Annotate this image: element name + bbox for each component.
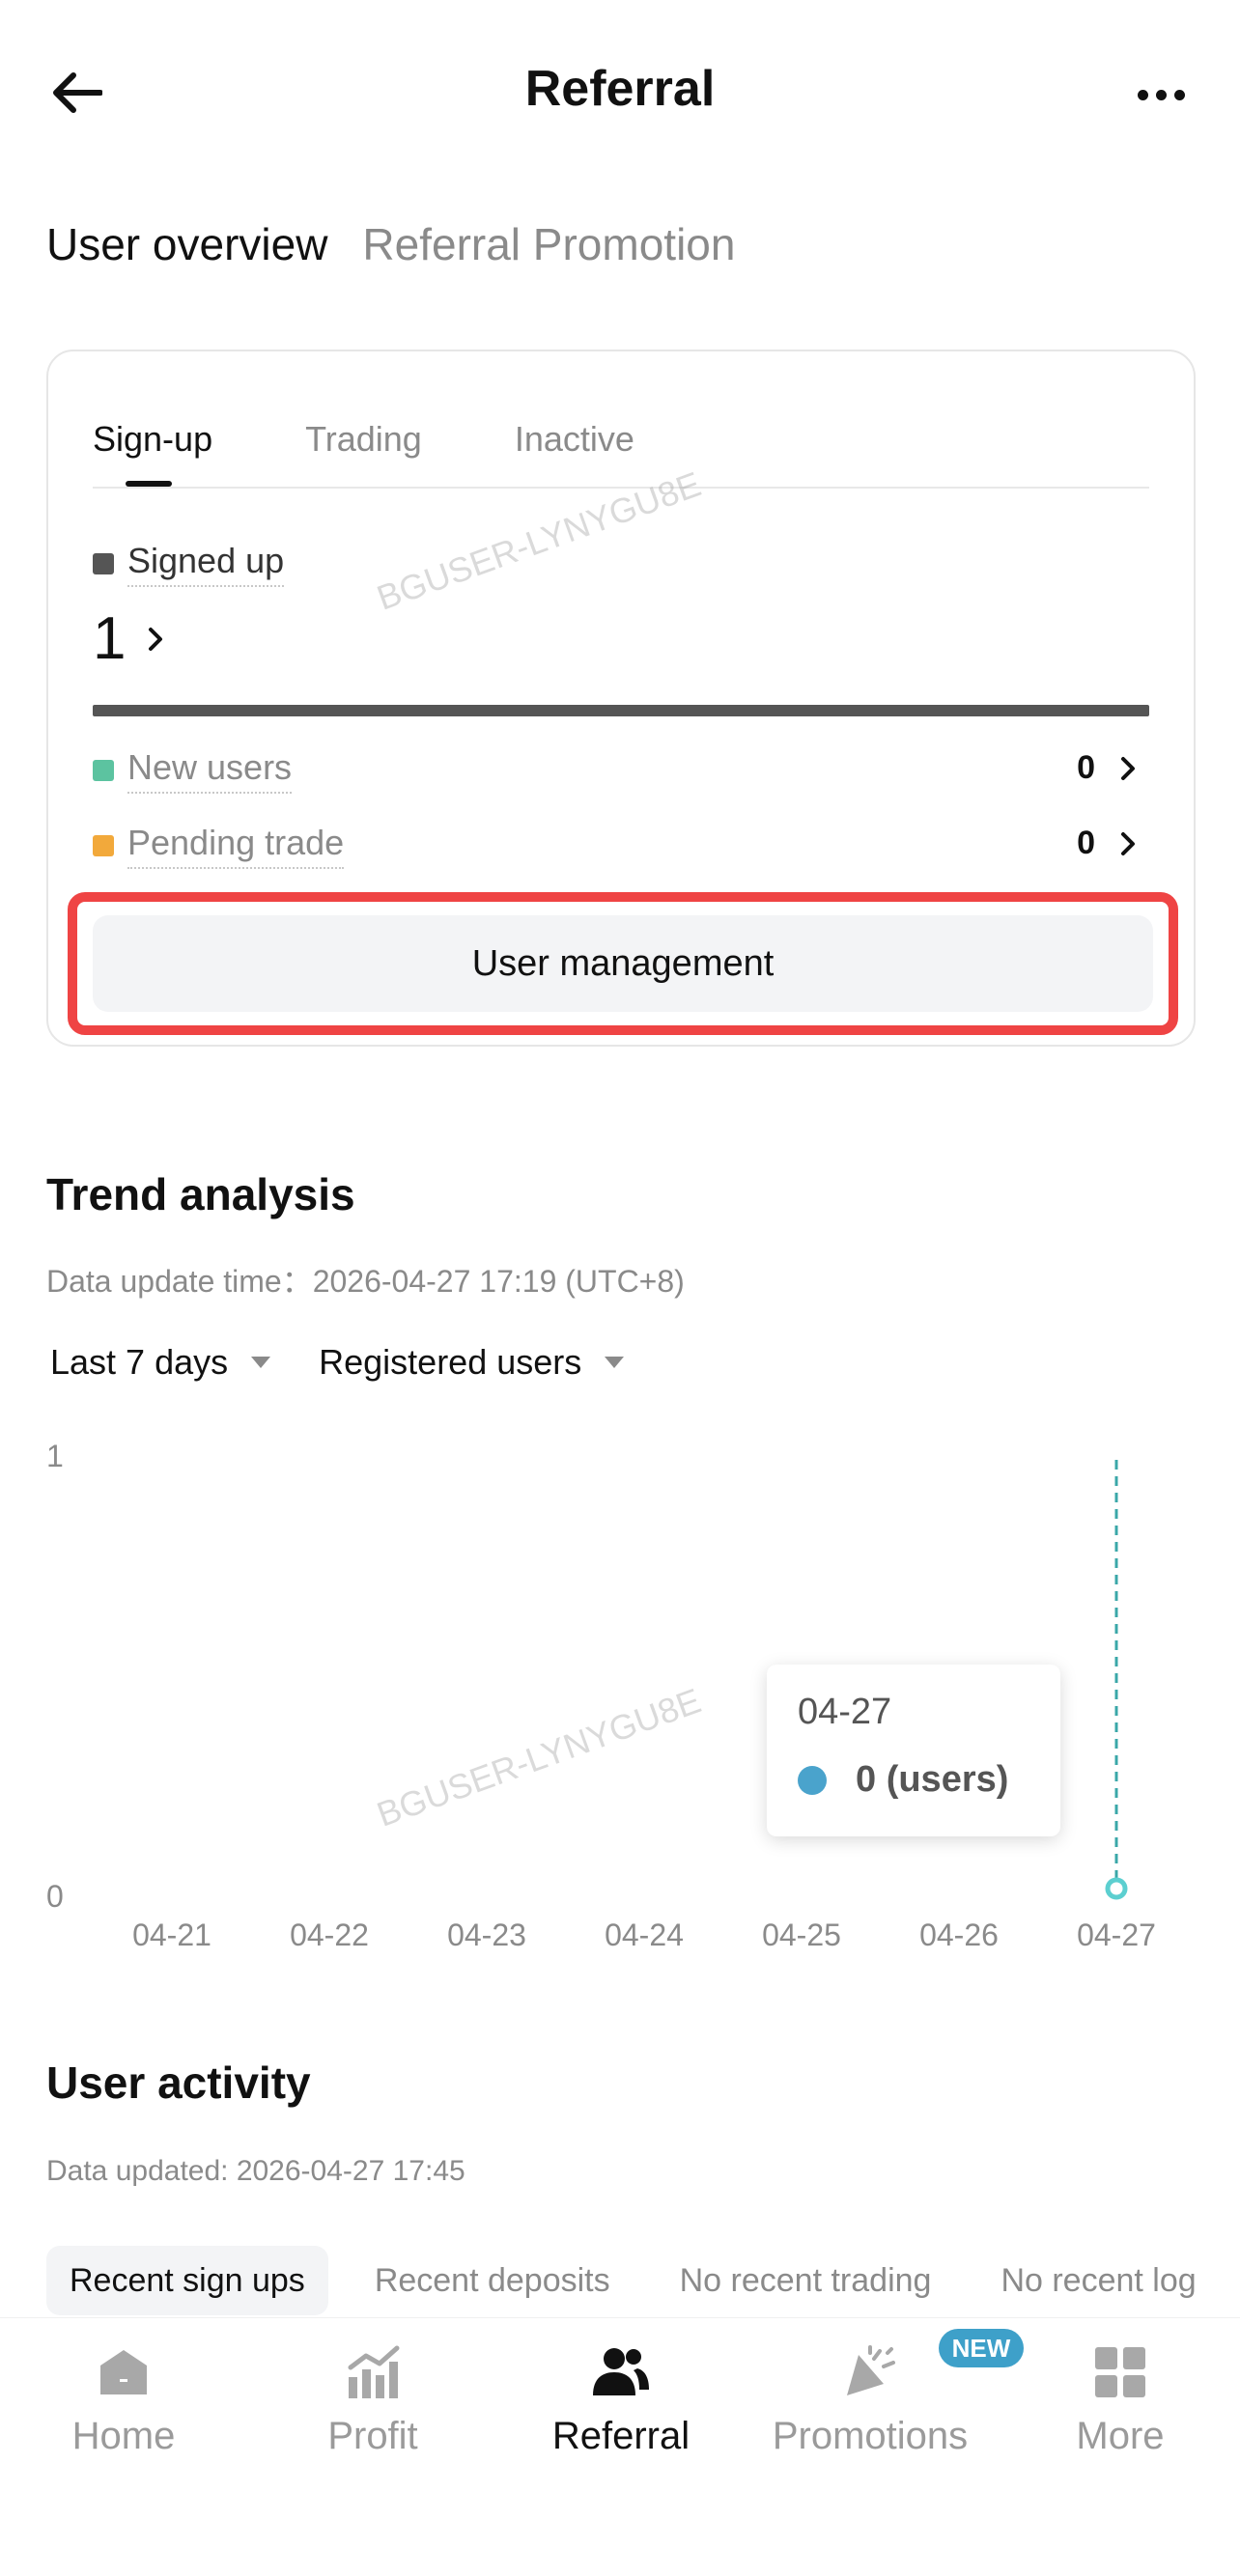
data-point[interactable] [321,1880,338,1897]
tab-referral-promotion[interactable]: Referral Promotion [362,218,735,270]
x-tick-label: 04-27 [1077,1918,1156,1952]
new-badge: NEW [939,2329,1024,2367]
sub-tab-trading[interactable]: Trading [305,419,422,460]
trend-analysis-title: Trend analysis [46,1169,355,1219]
pending-trade-count: 0 [1077,825,1095,861]
user-activity-title: User activity [46,2058,311,2108]
activity-update-time: Data updated: 2026-04-27 17:45 [46,2155,465,2187]
period-dropdown-label: Last 7 days [50,1342,229,1382]
nav-label: Referral [551,2415,690,2457]
tab-no-recent-trading[interactable]: No recent trading [657,2246,955,2315]
x-tick-label: 04-25 [762,1918,841,1952]
chevron-right-icon [1121,756,1135,780]
signed-up-legend: Signed up [93,541,285,587]
new-users-swatch [93,760,114,781]
tab-recent-deposits[interactable]: Recent deposits [352,2246,634,2315]
pending-trade-label[interactable]: Pending trade [127,823,345,869]
sub-tabs-divider [93,487,1149,489]
megaphone-icon [839,2341,901,2403]
activity-tabs: Recent sign ups Recent deposits No recen… [46,2246,1196,2315]
overview-sub-tabs: Sign-up Trading Inactive [93,419,634,460]
caret-down-icon [605,1357,625,1368]
caret-down-icon [251,1357,271,1368]
nav-label: Promotions [772,2415,969,2457]
nav-profit[interactable]: Profit [267,2341,479,2458]
page-title: Referral [524,61,716,117]
chart-tooltip: 04-27 0 (users) [767,1665,1060,1836]
nav-more[interactable]: More [1014,2341,1226,2458]
tooltip-value: 0 (users) [856,1759,1009,1800]
data-point[interactable] [793,1880,810,1897]
trend-update-time: Data update time：2026-04-27 17:19 (UTC+8… [46,1264,685,1299]
top-tabs: User overview Referral Promotion [46,218,735,270]
more-button[interactable] [1130,75,1192,114]
tooltip-value-row: 0 (users) [798,1759,1008,1801]
tab-no-recent-login[interactable]: No recent login [977,2246,1196,2315]
signed-up-count-link[interactable]: 1 [93,604,164,673]
header-bar: Referral [0,0,1240,183]
nav-label: Profit [327,2415,418,2457]
x-tick-label: 04-24 [605,1918,684,1952]
chevron-right-icon [149,627,163,651]
new-users-legend: New users [93,747,293,794]
tooltip-date: 04-27 [798,1692,892,1732]
nav-referral[interactable]: Referral [515,2341,727,2458]
pending-trade-count-link[interactable]: 0 [1077,825,1136,862]
data-point[interactable] [1105,1877,1128,1900]
more-dots-icon [1137,89,1148,100]
data-point[interactable] [950,1880,968,1897]
grid-icon [1089,2341,1151,2403]
pending-trade-swatch [93,835,114,856]
signed-up-progress-bar [93,705,1149,716]
active-tab-indicator [126,481,172,487]
data-point[interactable] [478,1880,495,1897]
profit-chart-icon [342,2341,404,2403]
user-management-button[interactable]: User management [93,915,1153,1012]
metric-dropdown-label: Registered users [319,1342,582,1382]
x-axis-ticks: 04-21 04-22 04-23 04-24 04-25 04-26 04-27 [0,1918,1240,1956]
tab-user-overview[interactable]: User overview [46,218,327,270]
x-tick-label: 04-26 [919,1918,999,1952]
nav-label: More [1076,2415,1165,2457]
nav-label: Home [71,2415,176,2457]
referral-users-icon [590,2341,652,2403]
series-dot-icon [798,1765,827,1795]
sub-tab-inactive[interactable]: Inactive [515,419,634,460]
pending-trade-legend: Pending trade [93,823,345,869]
trend-filters: Last 7 days Registered users [50,1342,625,1383]
new-users-count: 0 [1077,749,1095,786]
home-icon [93,2341,155,2403]
signed-up-label[interactable]: Signed up [127,541,285,587]
tab-recent-sign-ups[interactable]: Recent sign ups [46,2246,328,2315]
data-point[interactable] [635,1880,653,1897]
nav-home[interactable]: Home [17,2341,230,2458]
x-tick-label: 04-23 [447,1918,526,1952]
period-dropdown[interactable]: Last 7 days [50,1342,271,1383]
new-users-label[interactable]: New users [127,747,293,794]
sub-tab-sign-up[interactable]: Sign-up [93,419,212,460]
metric-dropdown[interactable]: Registered users [319,1342,625,1383]
new-users-count-link[interactable]: 0 [1077,749,1136,787]
user-overview-card: Sign-up Trading Inactive Signed up 1 New… [46,350,1196,1047]
x-tick-label: 04-21 [132,1918,211,1952]
x-tick-label: 04-22 [290,1918,369,1952]
signed-up-count: 1 [93,605,127,672]
bottom-nav: Home Profit Referral Promotions More [0,2317,1240,2576]
signed-up-swatch [93,553,114,574]
data-point[interactable] [163,1880,181,1897]
chevron-right-icon [1121,831,1135,855]
